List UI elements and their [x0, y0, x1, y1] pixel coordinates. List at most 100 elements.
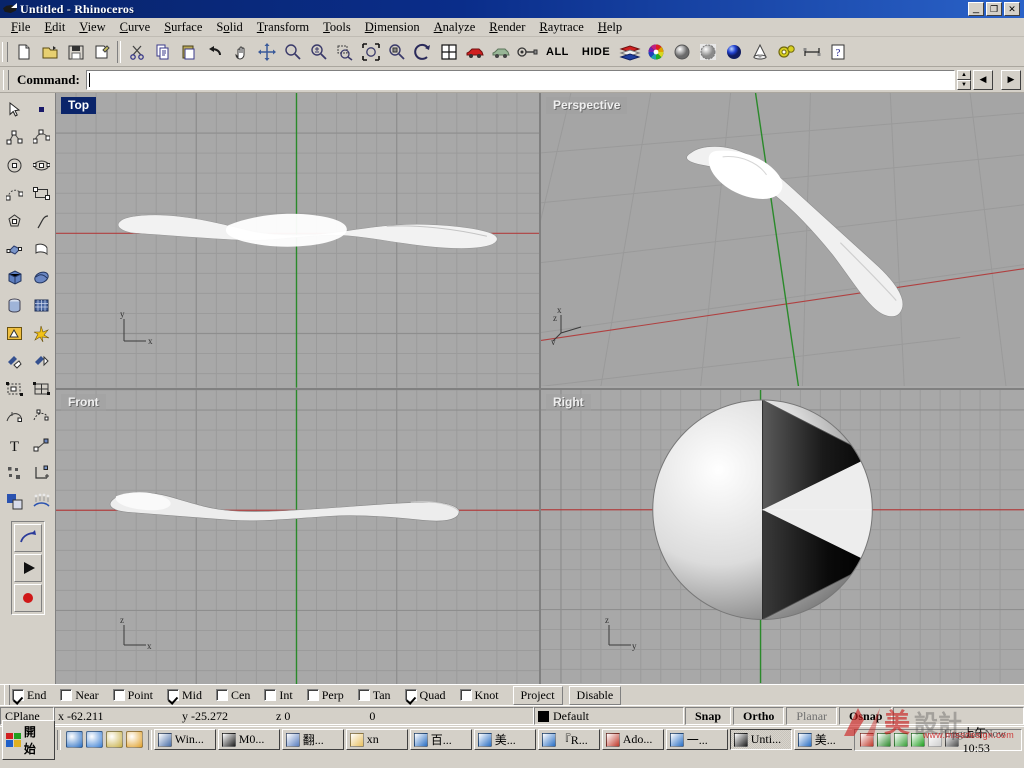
osnap-int[interactable]: Int [264, 688, 292, 703]
dimension-icon[interactable] [799, 39, 824, 64]
play-icon[interactable] [14, 554, 42, 582]
mesh-icon[interactable] [28, 291, 55, 319]
chamfer-icon[interactable] [28, 347, 55, 375]
control-points-icon[interactable] [28, 431, 55, 459]
command-input[interactable] [86, 70, 955, 90]
dim-linear-icon[interactable] [28, 459, 55, 487]
task-mei2[interactable]: 美... [794, 729, 852, 750]
current-layer[interactable]: Default [534, 707, 684, 725]
layers-icon[interactable] [617, 39, 642, 64]
menu-transform[interactable]: Transform [250, 18, 316, 37]
array-polar-icon[interactable] [28, 375, 55, 403]
pan-hand-icon[interactable] [228, 39, 253, 64]
command-next-button[interactable]: ▶ [1001, 70, 1021, 90]
osnap-near-checkbox[interactable] [60, 689, 72, 701]
select-arrow-icon[interactable] [1, 95, 28, 123]
viewport-perspective-label[interactable]: Perspective [546, 97, 627, 114]
osnap-mid-checkbox[interactable] [167, 689, 179, 701]
toolbar-hide-label[interactable]: HIDE [576, 46, 616, 58]
ie-icon[interactable] [66, 731, 83, 748]
osnap-perp-checkbox[interactable] [307, 689, 319, 701]
curve-interpolate-icon[interactable] [28, 123, 55, 151]
command-bar-grip[interactable] [3, 70, 9, 90]
task-xn[interactable]: xn [346, 729, 408, 750]
record-icon[interactable] [14, 584, 42, 612]
tray-ime-icon[interactable] [911, 733, 925, 747]
zoom-dynamic-icon[interactable] [280, 39, 305, 64]
free-form-curve-icon[interactable] [28, 207, 55, 235]
layer-color-swatch[interactable] [538, 711, 549, 722]
status-toggle-planar[interactable]: Planar [786, 707, 837, 725]
menu-solid[interactable]: Solid [209, 18, 249, 37]
cut-icon[interactable] [124, 39, 149, 64]
car-render-icon[interactable] [462, 39, 487, 64]
circle-icon[interactable] [1, 151, 28, 179]
osnap-cen[interactable]: Cen [216, 688, 250, 703]
viewport-right[interactable]: zy Right [541, 390, 1024, 685]
rectangle-icon[interactable] [28, 179, 55, 207]
flashlight-icon[interactable] [514, 39, 539, 64]
render-color-icon[interactable] [1, 487, 28, 515]
extrude-surface-icon[interactable] [28, 235, 55, 263]
status-toggle-ortho[interactable]: Ortho [733, 707, 784, 725]
polygon-icon[interactable] [1, 207, 28, 235]
color-wheel-icon[interactable] [643, 39, 668, 64]
viewport-front[interactable]: zx Front [56, 390, 539, 685]
menu-dimension[interactable]: Dimension [358, 18, 427, 37]
osnap-project-button[interactable]: Project [513, 686, 563, 705]
save-file-icon[interactable] [63, 39, 88, 64]
explode-icon[interactable] [28, 319, 55, 347]
print-icon[interactable] [89, 39, 114, 64]
task-dash[interactable]: 一... [666, 729, 728, 750]
tray-green-icon[interactable] [894, 733, 908, 747]
tray-kaspersky-icon[interactable] [860, 733, 874, 747]
move-arrows-icon[interactable] [254, 39, 279, 64]
viewport-perspective[interactable]: xzy Perspective [541, 93, 1024, 388]
clock-icon[interactable] [126, 731, 143, 748]
four-view-icon[interactable] [436, 39, 461, 64]
osnap-quad[interactable]: Quad [405, 688, 446, 703]
redo-arrow-icon[interactable] [14, 524, 42, 552]
paste-icon[interactable] [176, 39, 201, 64]
toolbar-grip[interactable] [2, 42, 8, 62]
ellipsoid-solid-icon[interactable] [28, 263, 55, 291]
task-mei[interactable]: 美... [474, 729, 536, 750]
close-button[interactable]: ✕ [1004, 2, 1020, 16]
osnap-end[interactable]: End [12, 688, 46, 703]
point-icon[interactable] [28, 95, 55, 123]
surface-tools-icon[interactable] [28, 403, 55, 431]
ellipse-icon[interactable] [28, 151, 55, 179]
osnap-point[interactable]: Point [113, 688, 153, 703]
render-preview-icon[interactable] [488, 39, 513, 64]
menu-analyze[interactable]: Analyze [427, 18, 483, 37]
viewport-top[interactable]: yx Top [56, 93, 539, 388]
viewport-top-label[interactable]: Top [61, 97, 96, 114]
rotate-view-icon[interactable] [410, 39, 435, 64]
osnap-perp[interactable]: Perp [307, 688, 344, 703]
menu-file[interactable]: File [4, 18, 37, 37]
toolbar-all-label[interactable]: ALL [540, 46, 575, 58]
menu-view[interactable]: View [72, 18, 112, 37]
command-prev-button[interactable]: ◀ [973, 70, 993, 90]
tray-v2-icon[interactable] [877, 733, 891, 747]
osnap-disable-button[interactable]: Disable [569, 686, 622, 705]
osnap-bar-grip[interactable] [4, 685, 10, 705]
osnap-knot[interactable]: Knot [460, 688, 499, 703]
desktop-icon[interactable] [106, 731, 123, 748]
osnap-near[interactable]: Near [60, 688, 98, 703]
task-bai[interactable]: 百... [410, 729, 472, 750]
fillet-icon[interactable] [1, 347, 28, 375]
menu-tools[interactable]: Tools [316, 18, 358, 37]
cylinder-solid-icon[interactable] [1, 291, 28, 319]
zoom-in-out-icon[interactable] [306, 39, 331, 64]
refresh-icon[interactable] [86, 731, 103, 748]
lights-icon[interactable] [28, 487, 55, 515]
osnap-quad-checkbox[interactable] [405, 689, 417, 701]
task-r[interactable]: 『R... [538, 729, 600, 750]
menu-help[interactable]: Help [591, 18, 629, 37]
zoom-extents-icon[interactable] [358, 39, 383, 64]
curve-tools-icon[interactable] [1, 403, 28, 431]
osnap-knot-checkbox[interactable] [460, 689, 472, 701]
task-win[interactable]: Win... [154, 729, 216, 750]
maximize-button[interactable]: ❐ [986, 2, 1002, 16]
